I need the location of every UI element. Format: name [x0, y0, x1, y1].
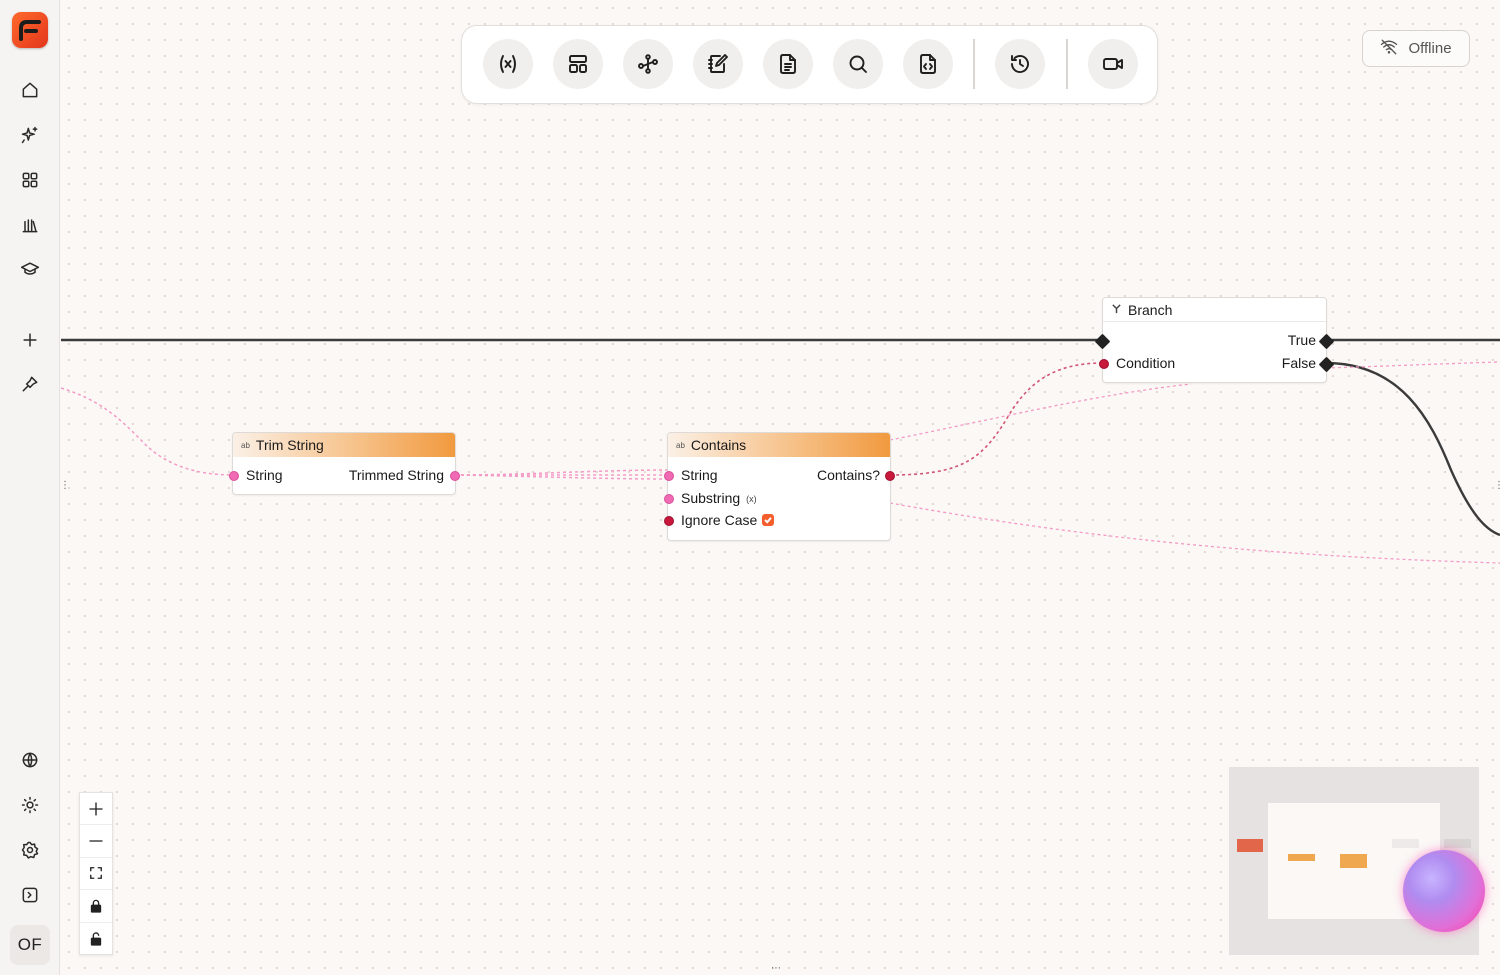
- string-input-pin[interactable]: [229, 471, 239, 481]
- node-header[interactable]: ab Contains: [668, 433, 890, 457]
- toolbar-divider: [1066, 39, 1068, 89]
- panel-toggle-icon[interactable]: [10, 877, 50, 913]
- variable-icon[interactable]: [483, 39, 533, 89]
- sun-icon[interactable]: [10, 787, 50, 823]
- input-label: Ignore Case: [681, 512, 758, 528]
- offline-status-button[interactable]: Offline: [1362, 30, 1470, 67]
- ignore-case-checkbox[interactable]: [762, 514, 775, 527]
- branch-node[interactable]: Branch True Condition False: [1094, 297, 1335, 383]
- grid-icon[interactable]: [10, 162, 50, 198]
- minus-icon[interactable]: [80, 825, 112, 858]
- avatar[interactable]: OF: [10, 925, 50, 965]
- fit-view-icon[interactable]: [80, 858, 112, 891]
- input-label: Condition: [1116, 355, 1176, 371]
- trimmed-output-pin[interactable]: [450, 471, 460, 481]
- substring-input-pin[interactable]: [664, 494, 674, 504]
- output-label: Contains?: [816, 467, 880, 483]
- flow-logo-icon[interactable]: [12, 12, 48, 48]
- library-icon[interactable]: [10, 207, 50, 243]
- graph-canvas[interactable]: Offline ab Trim String String Trimmed St…: [61, 0, 1500, 975]
- node-title: Branch: [1128, 301, 1173, 318]
- node-header[interactable]: Branch: [1103, 298, 1326, 322]
- minimap-node: [1340, 854, 1367, 868]
- notebook-pen-icon[interactable]: [693, 39, 743, 89]
- offline-label: Offline: [1408, 40, 1452, 57]
- condition-input-pin[interactable]: [1099, 359, 1109, 369]
- pin-icon[interactable]: [10, 366, 50, 402]
- output-label: Trimmed String: [348, 467, 444, 483]
- right-resize-handle[interactable]: ⋮: [1494, 480, 1500, 491]
- sparkles-icon[interactable]: [10, 117, 50, 153]
- bool-wire: [889, 362, 1104, 476]
- string-wire: [61, 387, 234, 476]
- gear-icon[interactable]: [10, 832, 50, 868]
- graduation-cap-icon[interactable]: [10, 251, 50, 287]
- video-icon[interactable]: [1088, 39, 1138, 89]
- input-label: String: [681, 467, 718, 483]
- ignore-case-row: Ignore Case: [681, 512, 775, 528]
- plus-icon[interactable]: [10, 322, 50, 358]
- node-header[interactable]: ab Trim String: [233, 433, 455, 457]
- string-input-pin[interactable]: [664, 471, 674, 481]
- unlock-icon[interactable]: [80, 923, 112, 955]
- text-type-icon: ab: [676, 440, 685, 450]
- output-label: False: [1281, 355, 1316, 371]
- ignore-case-input-pin[interactable]: [664, 516, 674, 526]
- globe-icon[interactable]: [10, 742, 50, 778]
- minimap-node: [1444, 839, 1471, 848]
- node-title: Contains: [690, 437, 747, 453]
- string-wire: [889, 502, 1500, 564]
- toolbar-divider: [973, 39, 975, 89]
- history-icon[interactable]: [995, 39, 1045, 89]
- sidebar: OF: [0, 0, 60, 975]
- zoom-controls: [79, 792, 113, 955]
- trim-string-node[interactable]: ab Trim String String Trimmed String: [229, 432, 460, 495]
- minimap-node: [1237, 839, 1263, 852]
- exec-wire: [1325, 361, 1500, 537]
- search-icon[interactable]: [833, 39, 883, 89]
- contains-output-pin[interactable]: [885, 471, 895, 481]
- substring-row: Substring (x): [681, 490, 757, 506]
- text-type-icon: ab: [241, 440, 250, 450]
- string-wire: [889, 383, 1192, 441]
- output-label: True: [1287, 332, 1316, 348]
- lock-icon[interactable]: [80, 890, 112, 923]
- file-text-icon[interactable]: [763, 39, 813, 89]
- bottom-resize-handle[interactable]: ⋯: [771, 963, 781, 974]
- minimap-node: [1288, 854, 1315, 861]
- workflow-icon[interactable]: [623, 39, 673, 89]
- home-icon[interactable]: [10, 72, 50, 108]
- minimap-node: [1392, 839, 1419, 848]
- plus-icon[interactable]: [80, 793, 112, 826]
- toolbar: [461, 25, 1158, 104]
- input-label: String: [246, 467, 283, 483]
- input-label: Substring: [681, 490, 741, 506]
- ai-assistant-orb[interactable]: [1403, 850, 1485, 932]
- split-icon: [1111, 303, 1122, 316]
- layout-icon[interactable]: [553, 39, 603, 89]
- wifi-off-icon: [1380, 38, 1398, 60]
- left-resize-handle[interactable]: ⋮: [61, 480, 70, 491]
- variable-icon[interactable]: (x): [746, 494, 757, 504]
- node-title: Trim String: [255, 437, 324, 453]
- contains-node[interactable]: ab Contains String Contains? Substring (x…: [664, 432, 895, 541]
- file-code-icon[interactable]: [903, 39, 953, 89]
